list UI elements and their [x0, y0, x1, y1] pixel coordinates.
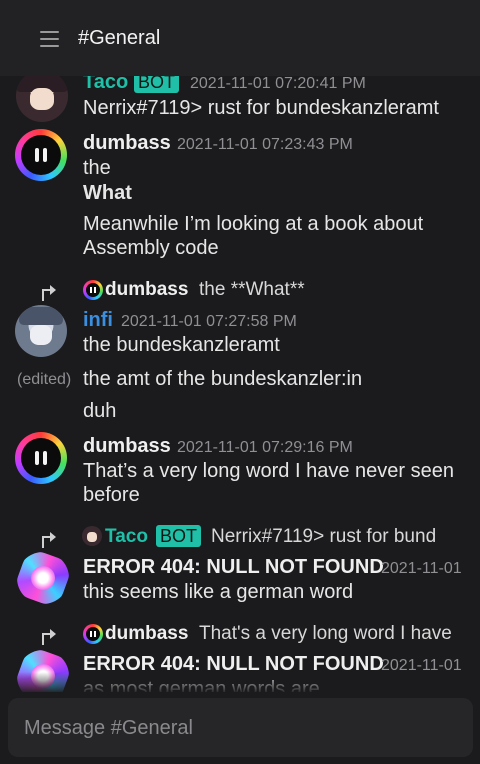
- channel-title: #General: [78, 27, 161, 49]
- message-timestamp: 2021-11-01 07:27:58 PM: [121, 313, 297, 330]
- user-avatar[interactable]: [15, 305, 67, 357]
- message-text: What: [83, 182, 132, 204]
- message-author[interactable]: ERROR 404: NULL NOT FOUND: [83, 653, 384, 676]
- message-text: Nerrix#7119> rust for bundeskanzleramt: [83, 97, 439, 119]
- message-text: the amt of the bundeskanzler:in: [83, 368, 363, 390]
- user-avatar[interactable]: [17, 552, 69, 604]
- message-author[interactable]: ERROR 404: NULL NOT FOUND: [83, 556, 384, 579]
- message-input[interactable]: [22, 698, 456, 759]
- reply-arrow-icon: [42, 285, 56, 301]
- message-author[interactable]: dumbass: [83, 132, 171, 155]
- bot-badge: BOT: [134, 76, 180, 93]
- reply-preview[interactable]: Nerrix#7119> rust for bund: [211, 526, 436, 548]
- message-timestamp: 2021-11-01: [381, 560, 462, 577]
- edited-label: (edited): [17, 371, 72, 388]
- channel-header: #General: [0, 0, 480, 76]
- message-author[interactable]: dumbass: [83, 435, 171, 458]
- message-timestamp: 2021-11-01 07:20:41 PM: [190, 76, 366, 92]
- reply-preview[interactable]: That's a very long word I have: [199, 623, 452, 645]
- message-text: this seems like a german word: [83, 581, 354, 603]
- message-text: before: [83, 484, 140, 506]
- message-timestamp: 2021-11-01: [381, 657, 462, 674]
- reply-author[interactable]: dumbass: [105, 279, 188, 301]
- user-avatar[interactable]: [15, 129, 67, 181]
- bot-badge: BOT: [156, 525, 202, 547]
- user-avatar[interactable]: [17, 650, 69, 692]
- message-text: as most german words are: [83, 678, 320, 692]
- user-avatar[interactable]: [15, 432, 67, 484]
- reply-avatar: [82, 526, 102, 546]
- message-author[interactable]: Taco: [83, 76, 128, 94]
- message-author[interactable]: infi: [83, 309, 113, 332]
- reply-preview[interactable]: the **What**: [199, 279, 305, 301]
- message-feed[interactable]: Taco BOT 2021-11-01 07:20:41 PM Nerrix#7…: [0, 76, 480, 692]
- reply-arrow-icon: [42, 532, 56, 548]
- message-text: Assembly code: [83, 237, 219, 259]
- reply-arrow-icon: [42, 629, 56, 645]
- reply-avatar: [83, 280, 103, 300]
- reply-avatar: [83, 624, 103, 644]
- message-text: duh: [83, 400, 117, 422]
- message-text: the: [83, 157, 111, 179]
- reply-author[interactable]: dumbass: [105, 623, 188, 645]
- reply-author[interactable]: Taco: [105, 526, 148, 548]
- message-timestamp: 2021-11-01 07:29:16 PM: [177, 439, 353, 456]
- message-timestamp: 2021-11-01 07:23:43 PM: [177, 136, 353, 153]
- message-text: the bundeskanzleramt: [83, 334, 280, 356]
- user-avatar[interactable]: [16, 76, 68, 122]
- message-text: That’s a very long word I have never see…: [83, 460, 454, 482]
- message-text: Meanwhile I’m looking at a book about: [83, 213, 424, 235]
- message-composer: [8, 698, 473, 759]
- hamburger-menu-icon[interactable]: [40, 31, 59, 47]
